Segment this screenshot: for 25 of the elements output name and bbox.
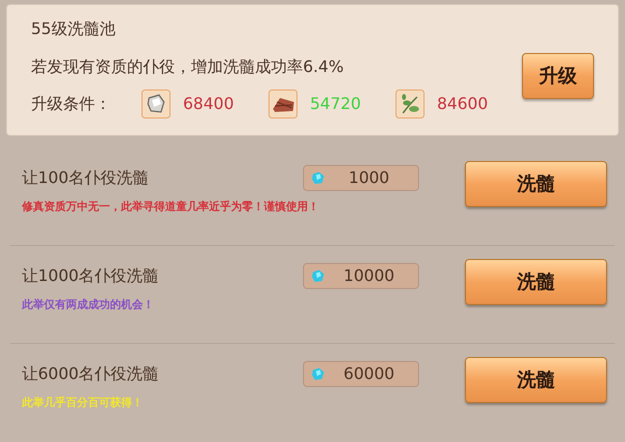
pool-description: 若发现有资质的仆役，增加洗髓成功率6.4%	[31, 56, 345, 78]
option-label: 让1000名仆役洗髓	[22, 265, 160, 287]
cost-amount: 60000	[342, 363, 396, 385]
cost-amount: 1000	[348, 167, 390, 189]
option-hint: 此举仅有两成成功的机会！	[22, 297, 155, 313]
option-label: 让100名仆役洗髓	[22, 167, 150, 189]
refine-button[interactable]: 洗髓	[465, 357, 607, 403]
gem-icon	[310, 170, 326, 186]
upgrade-button[interactable]: 升级	[522, 53, 594, 99]
option-hint: 此举几乎百分百可获得！	[22, 395, 144, 411]
refine-button[interactable]: 洗髓	[465, 161, 607, 207]
resource-amount: 54720	[310, 93, 362, 115]
resource-amount: 84600	[437, 93, 489, 115]
option-label: 让6000名仆役洗髓	[22, 363, 160, 385]
herb-icon	[395, 89, 425, 119]
option-hint: 修真资质万中无一，此举寻得道童几率近乎为零！谨慎使用！	[22, 199, 320, 215]
refine-button[interactable]: 洗髓	[465, 259, 607, 305]
conditions-label: 升级条件：	[31, 93, 112, 115]
gem-icon	[310, 268, 326, 284]
pool-title: 55级洗髓池	[31, 18, 116, 40]
cost-amount: 10000	[342, 265, 396, 287]
gem-icon	[310, 366, 326, 382]
logs-icon	[268, 89, 298, 119]
crystal-icon	[141, 89, 171, 119]
resource-amount: 68400	[183, 93, 235, 115]
